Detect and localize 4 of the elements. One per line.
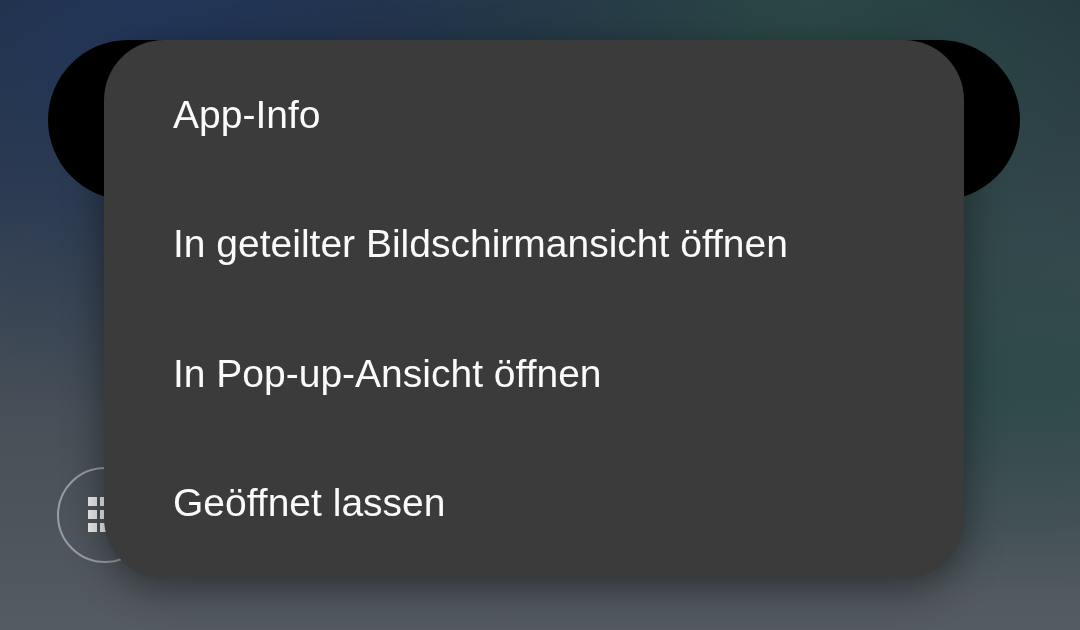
menu-item[interactable]: App-Info [173,50,321,180]
menu-item[interactable]: Geöffnet lassen [173,438,446,568]
menu-item[interactable]: In Pop-up-Ansicht öffnen [173,309,602,439]
menu-item[interactable]: In geteilter Bildschirmansicht öffnen [173,179,788,309]
